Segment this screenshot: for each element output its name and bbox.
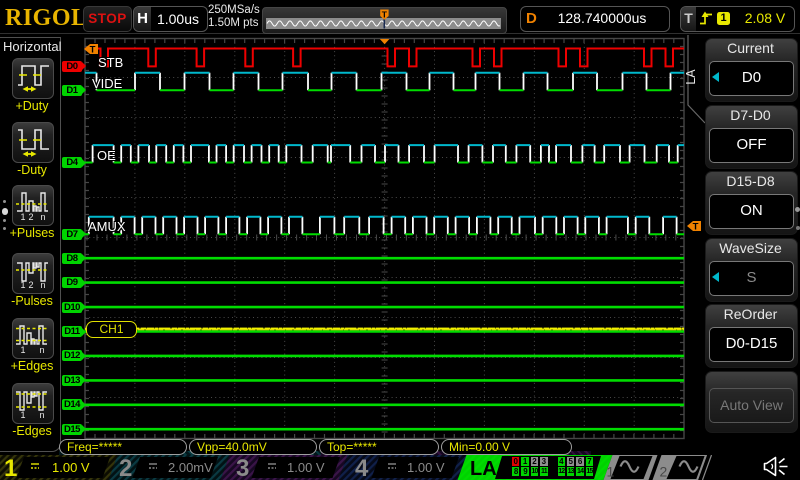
svg-text:1: 1 <box>4 455 17 480</box>
svg-text:1: 1 <box>20 410 25 420</box>
svg-text:LA: LA <box>470 458 497 480</box>
svg-text:T: T <box>90 44 96 53</box>
svg-text:2: 2 <box>119 455 132 480</box>
svg-text:T: T <box>382 9 388 19</box>
svg-text:1: 1 <box>20 212 25 222</box>
svg-text:1.00 V: 1.00 V <box>52 460 90 475</box>
svg-text:1: 1 <box>607 464 615 480</box>
svg-text:n: n <box>39 345 44 355</box>
svg-text:1.00 V: 1.00 V <box>287 460 325 475</box>
svg-text:1: 1 <box>20 345 25 355</box>
svg-text:T: T <box>692 222 698 231</box>
svg-text:n: n <box>40 212 45 222</box>
svg-text:3: 3 <box>236 455 249 480</box>
svg-text:n: n <box>39 410 44 420</box>
svg-text:1.00 V: 1.00 V <box>407 460 445 475</box>
svg-text:2: 2 <box>28 280 33 290</box>
svg-text:n: n <box>40 280 45 290</box>
svg-text:2.00mV: 2.00mV <box>168 460 213 475</box>
svg-text:LA: LA <box>684 69 698 85</box>
svg-text:1: 1 <box>20 280 25 290</box>
svg-text:2: 2 <box>28 212 33 222</box>
svg-text:4: 4 <box>355 455 369 480</box>
svg-text:2: 2 <box>660 464 668 480</box>
